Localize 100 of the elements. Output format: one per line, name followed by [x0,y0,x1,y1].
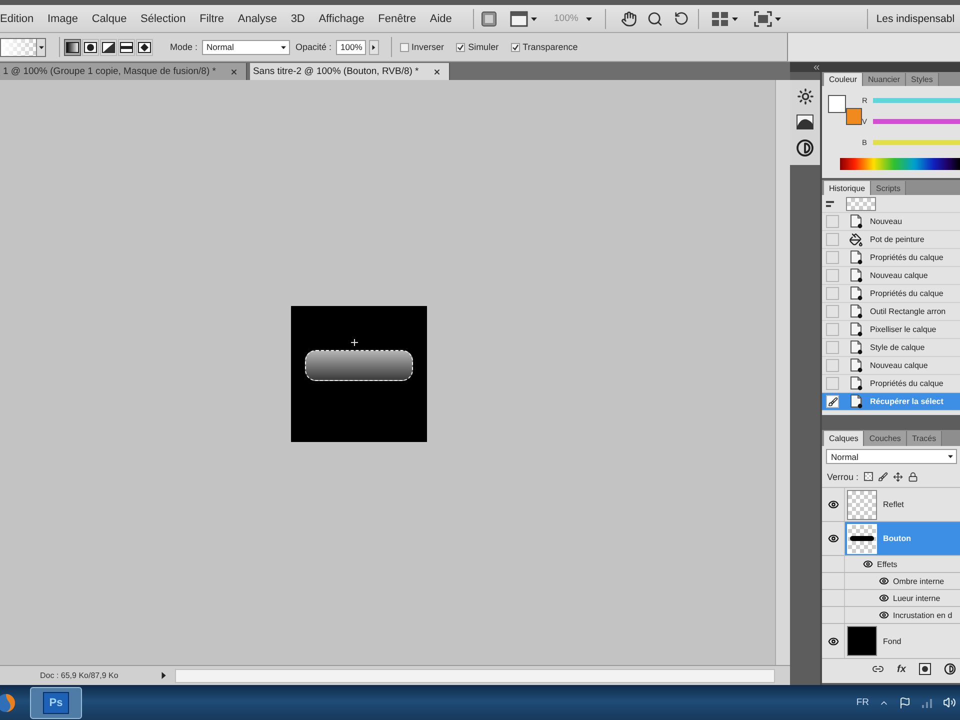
eye-icon[interactable] [863,559,873,569]
caret-icon [371,44,376,50]
history-step[interactable]: Pixelliser le calque [822,321,960,339]
panel-tab[interactable]: Styles [906,73,939,86]
caret-icon[interactable] [586,16,592,22]
landscape-icon[interactable] [796,114,814,130]
caret-icon[interactable] [732,16,738,22]
eye-icon[interactable] [828,499,838,510]
history-step[interactable]: Propriétés du calque [822,249,960,267]
eye-icon[interactable] [828,636,838,646]
gradient-type-button[interactable] [118,38,135,56]
gradient-type-button[interactable] [64,38,81,56]
menu-item[interactable]: Sélection [140,12,186,26]
flag-icon[interactable] [899,696,911,708]
contrast-icon[interactable] [796,139,814,157]
magnifier-icon[interactable] [647,10,664,26]
panel-tab[interactable]: Scripts [871,181,906,195]
checker-square-icon[interactable] [864,472,873,481]
contrast-icon[interactable] [944,663,956,675]
menu-item[interactable]: Aide [430,12,452,26]
panel-tab[interactable]: Couches [864,431,907,446]
history-source-box[interactable] [826,395,839,408]
menu-item[interactable]: Edition [0,12,34,26]
rounded-square-icon[interactable] [481,10,497,26]
panel-tab[interactable]: Couleur [824,73,864,86]
close-icon[interactable] [230,68,238,76]
history-step[interactable]: Nouveau calque [822,357,960,375]
caret-icon[interactable] [531,16,537,22]
taskbar-app-button[interactable]: Ps [30,686,82,718]
opacity-field[interactable]: 100% [336,40,366,54]
layer-item[interactable]: Reflet [845,488,960,521]
collapse-icon[interactable] [812,62,821,72]
checkbox[interactable] [400,42,409,52]
eye-icon[interactable] [879,610,889,620]
channel-slider-track[interactable] [873,140,960,144]
foreground-swatch-icon[interactable] [828,95,846,113]
grid-icon[interactable] [711,10,730,26]
checkbox[interactable] [510,42,520,52]
channel-slider-track[interactable] [873,98,960,102]
menu-item[interactable]: Affichage [318,12,364,26]
mode-select[interactable]: Normal [202,40,290,54]
hand-icon[interactable] [621,10,638,26]
panel-tab[interactable]: Tracés [906,431,942,446]
menu-item[interactable]: Image [47,12,78,26]
history-step[interactable]: Propriétés du calque [822,285,960,303]
paint-bucket-icon [849,232,863,246]
link-icon[interactable] [872,663,884,675]
panel-tab[interactable]: Historique [824,181,872,195]
lock-icon[interactable] [908,472,918,482]
square-circle-icon[interactable] [918,663,931,675]
brush-icon[interactable] [878,472,888,482]
history-step[interactable]: Nouveau [822,213,960,231]
panel-tab[interactable]: Nuancier [863,73,906,86]
move-icon[interactable] [892,472,903,482]
document-tab[interactable]: Sans titre-2 @ 100% (Bouton, RVB/8) * [250,63,450,80]
gradient-type-button[interactable] [136,38,153,56]
menu-item[interactable]: Calque [92,12,127,26]
history-step[interactable]: Outil Rectangle arron [822,303,960,321]
menu-item[interactable]: Filtre [200,12,224,26]
language-indicator[interactable]: FR [856,697,869,708]
menu-item[interactable]: Analyse [238,12,277,26]
caret-icon[interactable] [775,16,782,22]
history-step[interactable]: Style de calque [822,339,960,357]
corners-square-icon[interactable] [754,10,772,26]
color-spectrum[interactable] [840,158,960,170]
layer-item[interactable]: Fond [845,624,960,658]
blend-mode-select[interactable]: Normal [826,449,957,464]
close-icon[interactable] [432,68,441,76]
snapshot-thumbnail[interactable] [846,196,876,210]
document-tab[interactable]: 1 @ 100% (Groupe 1 copie, Masque de fusion/8) * [0,63,247,80]
effects-button[interactable]: fx [897,664,906,674]
eye-icon[interactable] [879,593,889,603]
option-label[interactable]: Transparence [522,42,578,52]
speaker-icon[interactable] [943,696,956,709]
signal-bars-icon[interactable] [921,696,933,708]
menu-item[interactable]: 3D [290,12,305,26]
rotate-icon[interactable] [674,11,690,26]
browser-icon[interactable] [0,692,16,712]
eye-icon[interactable] [828,533,838,544]
mode-label: Mode : [170,42,198,52]
gradient-type-button[interactable] [82,38,99,56]
history-step[interactable]: Pot de peinture [822,231,960,249]
option-label[interactable]: Simuler [468,42,499,52]
menu-item[interactable]: Fenêtre [378,12,416,26]
panel-tab[interactable]: Calques [824,431,864,446]
channel-slider-track[interactable] [873,118,960,124]
eye-icon[interactable] [879,576,889,586]
caret-icon[interactable] [160,672,167,679]
gradient-type-button[interactable] [100,38,117,56]
vertical-scrollbar[interactable] [775,80,790,665]
opacity-slider-button[interactable] [368,40,379,54]
background-swatch-icon[interactable] [846,108,862,125]
gradient-picker[interactable] [0,38,46,56]
history-step[interactable]: Nouveau calque [822,267,960,285]
window-icon[interactable] [510,10,528,26]
option-label[interactable]: Inverser [412,42,444,52]
sun-icon[interactable] [796,88,814,105]
checkbox[interactable] [456,42,466,52]
workspace-label[interactable]: Les indispensabl [876,12,955,24]
horizontal-scrollbar[interactable] [175,668,775,682]
